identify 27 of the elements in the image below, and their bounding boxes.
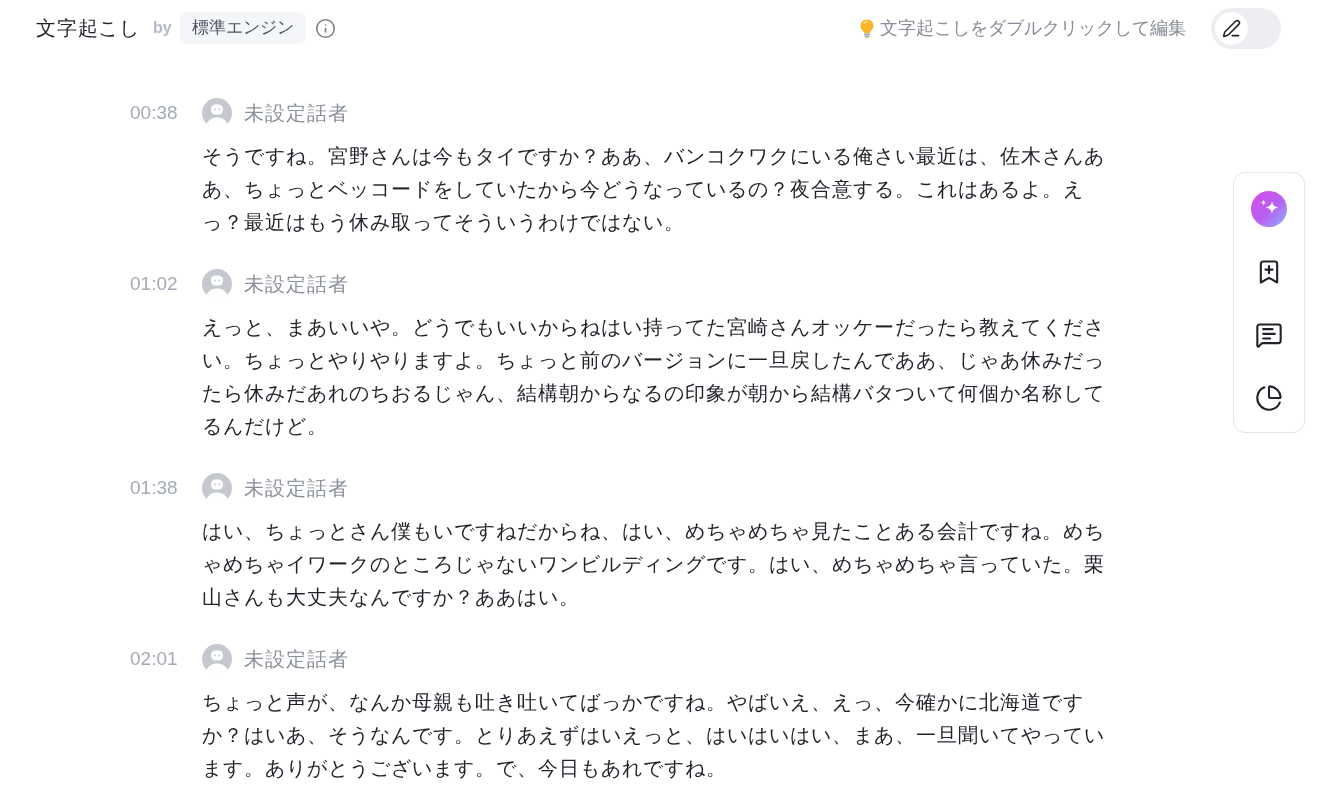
by-label: by: [153, 18, 172, 38]
speaker-name[interactable]: 未設定話者: [244, 269, 349, 299]
transcript-text: はい、ちょっとさん僕もいですねだからね、はい、めちゃめちゃ見たことある会計ですね。めちゃめちゃイワークのところじゃないワンビルディングです。はい、めちゃめちゃ言っていた。栗山さんも大丈夫なんですか？ああはい。: [202, 518, 1106, 610]
panel-title: 文字起こし: [36, 16, 140, 41]
avatar-icon: [202, 644, 232, 674]
timestamp[interactable]: 00:38: [130, 98, 202, 128]
info-icon[interactable]: [314, 17, 336, 39]
avatar-icon: [202, 269, 232, 299]
avatar-icon: [202, 473, 232, 503]
timestamp[interactable]: 01:38: [130, 473, 202, 503]
transcript-text: えっと、まあいいや。どうでもいいからねはい持ってた宮崎さんオッケーだったら教えてください。ちょっとやりやりますよ。ちょっと前のバージョンに一旦戻したんでああ、じゃあ休みだったら休みだあれのちおるじゃん、結構朝からなるの印象が朝から結構バタついて何個か名称してるんだけど。: [202, 314, 1106, 439]
speaker-name[interactable]: 未設定話者: [244, 473, 349, 503]
timestamp[interactable]: 02:01: [130, 644, 202, 674]
pie-chart-icon[interactable]: [1255, 384, 1283, 412]
transcript-text: ちょっと声が、なんか母親も吐き吐いてばっかですね。やばいえ、えっ、今確かに北海道ですか？はいあ、そうなんです。とりあえずはいえっと、はいはいはい、まあ、一旦聞いてやっています。ありがとうございます。で、今日もあれですね。: [202, 689, 1106, 781]
edit-toggle[interactable]: [1211, 7, 1281, 49]
sparkle-icon[interactable]: [1251, 191, 1287, 227]
engine-badge: 標準エンジン: [179, 12, 306, 44]
timestamp[interactable]: 01:02: [130, 269, 202, 299]
transcript-text: そうですね。宮野さんは今もタイですか？ああ、バンコクワクにいる俺さい最近は、佐木さんああ、ちょっとベッコードをしていたから今どうなっているの？夜合意する。これはあるよ。えっ？最近はもう休み取ってそういうわけではない。: [202, 143, 1106, 235]
pencil-icon: [1222, 18, 1241, 38]
speaker-name[interactable]: 未設定話者: [244, 98, 349, 128]
comment-icon[interactable]: [1255, 321, 1283, 349]
avatar-icon: [202, 98, 232, 128]
speaker-name[interactable]: 未設定話者: [244, 644, 349, 674]
lightbulb-icon: [860, 18, 874, 38]
edit-hint: 文字起こしをダブルクリックして編集: [880, 16, 1186, 40]
